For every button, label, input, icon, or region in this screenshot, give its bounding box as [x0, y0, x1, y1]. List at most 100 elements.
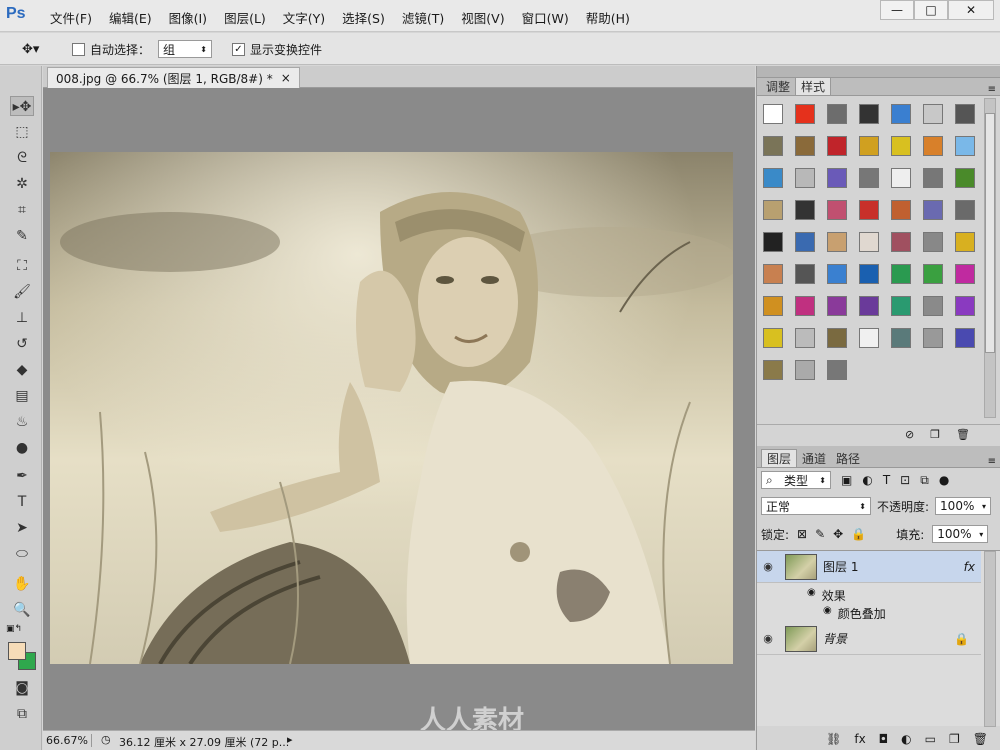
image-canvas[interactable]: 人人素材	[50, 152, 733, 664]
menu-layer[interactable]: 图层(L)	[224, 8, 266, 27]
zoom-tool-icon[interactable]: 🔍	[10, 600, 34, 620]
filter-shape-icon[interactable]: ⊡	[900, 473, 910, 487]
style-swatch[interactable]	[955, 232, 975, 252]
lock-transparent-icon[interactable]: ⊠	[797, 527, 807, 541]
style-swatch[interactable]	[827, 328, 847, 348]
effect-eye-icon[interactable]: ◉	[823, 605, 832, 622]
close-button[interactable]: ✕	[948, 0, 994, 20]
tab-channels[interactable]: 通道	[797, 449, 831, 467]
link-layers-icon[interactable]: ⛓	[826, 732, 841, 746]
maximize-button[interactable]: □	[914, 0, 948, 20]
document-tab[interactable]: 008.jpg @ 66.7% (图层 1, RGB/8#) * ×	[47, 67, 300, 88]
filter-adjust-icon[interactable]: ◐	[862, 473, 872, 487]
menu-view[interactable]: 视图(V)	[461, 8, 504, 27]
style-swatch[interactable]	[827, 200, 847, 220]
hand-tool-icon[interactable]: ✋	[10, 574, 34, 594]
style-swatch[interactable]	[923, 136, 943, 156]
eyedropper-tool-icon[interactable]: ✎	[10, 226, 34, 246]
style-swatch[interactable]	[795, 264, 815, 284]
filter-toggle-icon[interactable]: ●	[939, 473, 949, 487]
layer-row-background[interactable]: ◉ 背景 🔒	[757, 623, 981, 655]
style-swatch[interactable]	[827, 136, 847, 156]
style-swatch[interactable]	[923, 200, 943, 220]
marquee-tool-icon[interactable]: ⬚	[10, 122, 34, 142]
auto-select-check-box[interactable]	[72, 42, 85, 56]
style-swatch[interactable]	[763, 136, 783, 156]
lasso-tool-icon[interactable]: ᘓ	[10, 148, 34, 168]
style-swatch[interactable]	[923, 328, 943, 348]
auto-select-dropdown[interactable]: 组 ⬍	[158, 40, 212, 58]
screen-mode-icon[interactable]: ⧉	[10, 704, 34, 724]
style-swatch[interactable]	[859, 200, 879, 220]
show-transform-check-box[interactable]: ✓	[232, 42, 245, 56]
menu-type[interactable]: 文字(Y)	[283, 8, 325, 27]
effects-eye-icon[interactable]: ◉	[807, 587, 816, 604]
quick-select-tool-icon[interactable]: ✲	[10, 174, 34, 194]
style-swatch[interactable]	[859, 296, 879, 316]
style-swatch[interactable]	[891, 168, 911, 188]
style-swatch[interactable]	[923, 264, 943, 284]
path-select-tool-icon[interactable]: ➤	[10, 518, 34, 538]
filter-pixel-icon[interactable]: ▣	[841, 473, 852, 487]
style-swatch[interactable]	[923, 296, 943, 316]
style-swatch[interactable]	[891, 328, 911, 348]
effect-item[interactable]: ◉ 颜色叠加	[823, 605, 886, 622]
style-swatch[interactable]	[763, 104, 783, 124]
style-swatch[interactable]	[795, 200, 815, 220]
menu-help[interactable]: 帮助(H)	[586, 8, 630, 27]
add-fx-icon[interactable]: fx	[854, 732, 865, 746]
layer-row-layer1[interactable]: ◉ 图层 1 fx	[757, 551, 981, 583]
style-swatch[interactable]	[891, 104, 911, 124]
quick-mask-icon[interactable]: ◙	[10, 678, 34, 698]
visibility-eye-icon[interactable]: ◉	[757, 632, 779, 645]
menu-filter[interactable]: 滤镜(T)	[402, 8, 444, 27]
panel-menu-icon[interactable]: ≡	[988, 84, 996, 95]
style-swatch[interactable]	[859, 264, 879, 284]
style-swatch[interactable]	[955, 136, 975, 156]
gradient-tool-icon[interactable]: ▤	[10, 386, 34, 406]
pen-tool-icon[interactable]: ✒	[10, 466, 34, 486]
style-swatch[interactable]	[955, 168, 975, 188]
style-swatch[interactable]	[795, 232, 815, 252]
style-swatch[interactable]	[763, 264, 783, 284]
menu-window[interactable]: 窗口(W)	[522, 8, 569, 27]
style-swatch[interactable]	[795, 104, 815, 124]
style-swatch[interactable]	[795, 360, 815, 380]
layers-panel-menu-icon[interactable]: ≡	[988, 456, 996, 467]
foreground-color-swatch[interactable]	[8, 642, 26, 660]
style-swatch[interactable]	[795, 136, 815, 156]
adjustment-layer-icon[interactable]: ◐	[901, 732, 911, 746]
menu-select[interactable]: 选择(S)	[342, 8, 385, 27]
style-swatch[interactable]	[795, 328, 815, 348]
style-swatch[interactable]	[763, 328, 783, 348]
style-swatch[interactable]	[763, 168, 783, 188]
style-swatch[interactable]	[955, 264, 975, 284]
style-swatch[interactable]	[891, 136, 911, 156]
brush-tool-icon[interactable]: 🖌	[10, 282, 34, 302]
style-swatch[interactable]	[955, 296, 975, 316]
style-swatch[interactable]	[827, 264, 847, 284]
tab-adjustments[interactable]: 调整	[761, 77, 795, 95]
menu-file[interactable]: 文件(F)	[50, 8, 92, 27]
style-swatch[interactable]	[923, 168, 943, 188]
style-swatch[interactable]	[859, 328, 879, 348]
default-colors-icon[interactable]: ▣↰	[6, 624, 22, 634]
move-tool-preset[interactable]: ✥▾	[22, 40, 39, 58]
menu-image[interactable]: 图像(I)	[169, 8, 207, 27]
healing-tool-icon[interactable]: ⛶	[10, 256, 34, 276]
stamp-tool-icon[interactable]: ⊥	[10, 308, 34, 328]
style-swatch[interactable]	[859, 136, 879, 156]
new-style-icon[interactable]: ❐	[930, 428, 940, 441]
styles-scrollbar[interactable]	[984, 98, 996, 418]
visibility-eye-icon[interactable]: ◉	[757, 560, 779, 573]
style-swatch[interactable]	[923, 232, 943, 252]
crop-tool-icon[interactable]: ⌗	[10, 200, 34, 220]
opacity-field[interactable]: 100% ▾	[935, 497, 992, 515]
status-arrow-icon[interactable]: ▸	[287, 733, 293, 746]
style-swatch[interactable]	[891, 232, 911, 252]
style-swatch[interactable]	[891, 296, 911, 316]
clear-style-icon[interactable]: ⊘	[905, 428, 914, 441]
document-tab-close-icon[interactable]: ×	[281, 71, 291, 85]
tab-paths[interactable]: 路径	[831, 449, 865, 467]
delete-style-icon[interactable]: 🗑	[956, 428, 970, 441]
